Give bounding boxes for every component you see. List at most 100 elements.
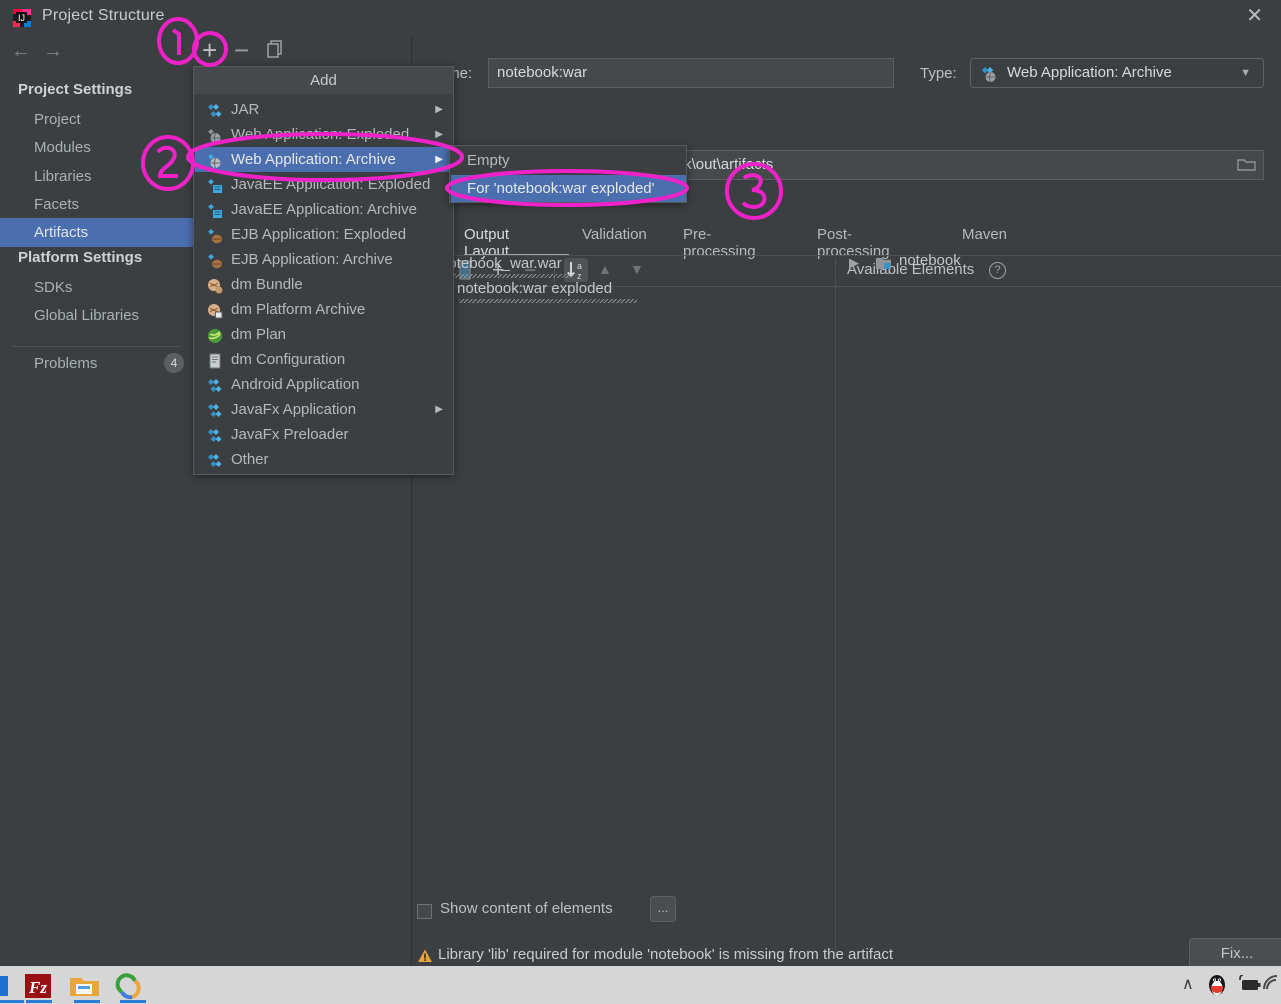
- artifact-type-combo[interactable]: Web Application: Archive ▼: [970, 58, 1264, 88]
- remove-artifact-button[interactable]: −: [234, 35, 249, 66]
- menu-item-dm-bundle[interactable]: dm Bundle: [195, 272, 453, 297]
- menu-item-javafx-preloader[interactable]: JavaFx Preloader: [195, 422, 453, 447]
- menu-item-web-application-archive[interactable]: Web Application: Archive ▶: [195, 147, 453, 172]
- menu-item-jar[interactable]: JAR ▶: [195, 97, 453, 122]
- chevron-right-icon: ▶: [435, 129, 443, 140]
- sidebar-item-project[interactable]: Project: [0, 105, 194, 134]
- taskbar-item-filezilla[interactable]: Fz: [20, 970, 64, 1004]
- menu-item-dm-plan[interactable]: dm Plan: [195, 322, 453, 347]
- forward-arrow-icon[interactable]: →: [40, 40, 66, 63]
- menu-item-label: Android Application: [231, 376, 360, 393]
- window-title: Project Structure: [42, 7, 165, 24]
- chevron-right-icon[interactable]: ▶: [849, 255, 859, 271]
- sidebar-group-project-settings: Project Settings: [18, 81, 133, 98]
- artifact-generic-icon: [207, 452, 223, 468]
- menu-item-dm-configuration[interactable]: dm Configuration: [195, 347, 453, 372]
- sidebar-item-modules[interactable]: Modules: [0, 133, 194, 162]
- dm-bundle-icon: [207, 277, 223, 294]
- sidebar-group-platform-settings: Platform Settings: [18, 249, 143, 266]
- more-options-button[interactable]: ...: [650, 896, 676, 922]
- menu-item-label: EJB Application: Exploded: [231, 226, 407, 243]
- folder-icon[interactable]: [1237, 156, 1257, 172]
- menu-item-label: dm Plan: [231, 326, 287, 343]
- battery-icon[interactable]: [1236, 974, 1262, 998]
- submenu-item-empty[interactable]: Empty: [451, 147, 686, 174]
- move-up-icon[interactable]: ▲: [598, 261, 612, 277]
- add-menu-title: Add: [194, 67, 453, 94]
- menu-item-label: dm Configuration: [231, 351, 346, 368]
- wifi-icon[interactable]: [1263, 975, 1281, 998]
- tree-item-error-squiggle-2: [459, 299, 637, 303]
- svg-text:Fz: Fz: [28, 978, 47, 997]
- menu-item-label: EJB Application: Archive: [231, 251, 393, 268]
- menu-item-other[interactable]: Other: [195, 447, 453, 472]
- artifact-warning-message: Library 'lib' required for module 'noteb…: [438, 946, 893, 963]
- artifact-generic-icon: [207, 402, 223, 418]
- tree-item-exploded[interactable]: notebook:war exploded: [457, 280, 612, 297]
- sidebar-item-artifacts[interactable]: Artifacts: [0, 218, 194, 247]
- show-content-label: Show content of elements: [440, 900, 613, 917]
- tab-validation[interactable]: Validation: [582, 226, 647, 243]
- ejb-exploded-icon: [207, 227, 223, 244]
- dm-platform-icon: [207, 302, 223, 319]
- type-label: Type:: [920, 65, 957, 82]
- copy-artifact-button[interactable]: [266, 39, 286, 64]
- add-artifact-button[interactable]: +: [202, 35, 217, 66]
- chevron-right-icon: ▶: [435, 154, 443, 165]
- sidebar-item-sdks[interactable]: SDKs: [0, 273, 194, 302]
- menu-item-label: JavaEE Application: Archive: [231, 201, 417, 218]
- taskbar-item-file-explorer[interactable]: [66, 970, 110, 1004]
- module-icon: [875, 255, 892, 276]
- close-icon[interactable]: ✕: [1246, 6, 1263, 26]
- problems-count-badge: 4: [164, 353, 184, 373]
- artifact-type-value: Web Application: Archive: [1007, 64, 1172, 81]
- menu-item-label: Web Application: Exploded: [231, 126, 410, 143]
- chevron-down-icon[interactable]: ▼: [1240, 59, 1251, 87]
- taskbar-item-browser[interactable]: [112, 970, 156, 1004]
- menu-item-javafx-application[interactable]: JavaFx Application ▶: [195, 397, 453, 422]
- available-elements-divider: [835, 258, 836, 958]
- taskbar-active-underline-3: [74, 1000, 100, 1003]
- menu-item-ejb-application-archive[interactable]: EJB Application: Archive: [195, 247, 453, 272]
- tree-item-error-squiggle: [442, 274, 572, 278]
- svg-text:a: a: [577, 261, 582, 271]
- menu-item-ejb-application-exploded[interactable]: EJB Application: Exploded: [195, 222, 453, 247]
- menu-item-javaee-application-archive[interactable]: JavaEE Application: Archive: [195, 197, 453, 222]
- settings-sidebar: ← → Project Settings Project Modules Lib…: [0, 36, 194, 966]
- menu-item-label: JavaFx Application: [231, 401, 357, 418]
- taskbar-active-underline-4: [120, 1000, 146, 1003]
- sidebar-item-facets[interactable]: Facets: [0, 190, 194, 219]
- show-content-checkbox[interactable]: [417, 904, 432, 919]
- artifact-generic-icon: [207, 377, 223, 393]
- menu-item-web-application-exploded[interactable]: Web Application: Exploded ▶: [195, 122, 453, 147]
- move-down-icon[interactable]: ▼: [630, 261, 644, 277]
- back-arrow-icon[interactable]: ←: [8, 40, 34, 63]
- artifacts-toolbar: + −: [200, 35, 410, 66]
- web-exploded-icon: [207, 127, 223, 143]
- menu-item-label: JAR: [231, 101, 260, 118]
- project-structure-dialog: IJ Project Structure ✕ ← → Project Setti…: [0, 0, 1281, 1004]
- chevron-right-icon: ▶: [435, 404, 443, 415]
- chevron-up-icon[interactable]: ∧: [1182, 974, 1194, 994]
- sidebar-item-global-libraries[interactable]: Global Libraries: [0, 301, 194, 330]
- svg-text:IJ: IJ: [18, 13, 25, 23]
- help-icon[interactable]: ?: [989, 262, 1006, 279]
- submenu-item-for-notebook-war-exploded[interactable]: For 'notebook:war exploded': [451, 175, 686, 202]
- warning-triangle-icon: [417, 948, 433, 964]
- sidebar-item-libraries[interactable]: Libraries: [0, 162, 194, 191]
- artifact-jar-icon: [207, 102, 223, 118]
- tab-maven[interactable]: Maven: [962, 226, 1007, 243]
- menu-item-dm-platform-archive[interactable]: dm Platform Archive: [195, 297, 453, 322]
- menu-item-android-application[interactable]: Android Application: [195, 372, 453, 397]
- ejb-archive-icon: [207, 252, 223, 269]
- available-elements-separator: [836, 286, 1281, 287]
- menu-item-label: Web Application: Archive: [231, 151, 396, 168]
- dm-plan-icon: [207, 327, 223, 343]
- qq-penguin-icon[interactable]: [1206, 972, 1228, 1001]
- web-archive-icon: [207, 152, 223, 168]
- menu-item-label: dm Bundle: [231, 276, 303, 293]
- tree-item-artifact-root[interactable]: notebook_war.war: [440, 255, 562, 272]
- menu-item-javaee-application-exploded[interactable]: JavaEE Application: Exploded: [195, 172, 453, 197]
- artifact-name-input[interactable]: notebook:war: [488, 58, 894, 88]
- menu-item-label: JavaEE Application: Exploded: [231, 176, 431, 193]
